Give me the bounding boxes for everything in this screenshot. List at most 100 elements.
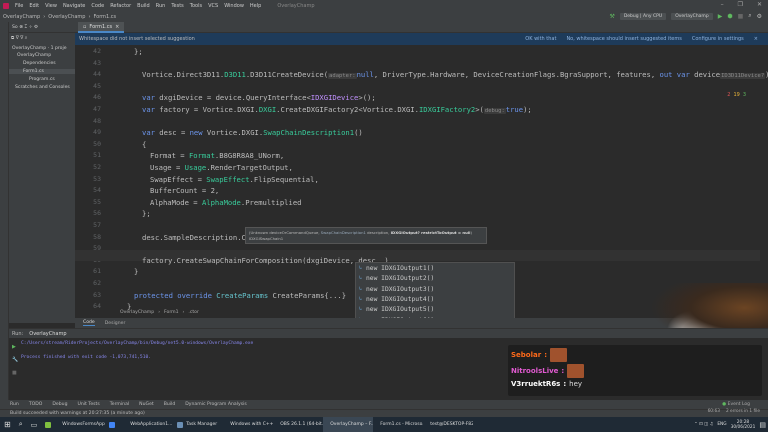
menu-window[interactable]: Window	[224, 3, 244, 9]
line-number: 63	[93, 290, 101, 299]
completion-kind-icon: ↳	[359, 285, 363, 292]
taskbar-app[interactable]: Windows with C++...	[223, 417, 273, 432]
tool-build[interactable]: Build	[164, 402, 176, 407]
tray-icons[interactable]: ⌃ ⊡ ◫ ♫	[694, 422, 713, 427]
project-select[interactable]: OverlayChamp	[671, 12, 713, 20]
crumb-solution[interactable]: OverlayChamp	[3, 14, 40, 20]
menu-tests[interactable]: Tests	[171, 3, 183, 9]
completion-item[interactable]: ↳ new IDXGIOutput4()	[359, 296, 509, 303]
tree-dependencies[interactable]: Dependencies	[23, 61, 56, 66]
menu-refactor[interactable]: Refactor	[110, 3, 131, 9]
completion-item[interactable]: ↳ new IDXGIOutput2()	[359, 275, 509, 282]
taskbar-app[interactable]: OverlayChamp – F...	[323, 417, 374, 432]
tab-designer[interactable]: Designer	[105, 321, 126, 326]
tree-form1[interactable]: Form1.cs	[9, 69, 75, 74]
menu-tools[interactable]: Tools	[190, 3, 202, 9]
code-line: Usage = Usage.RenderTargetOutput,	[150, 163, 293, 172]
build-config-select[interactable]: Debug | Any CPU	[619, 12, 667, 20]
minimize-icon[interactable]: –	[721, 1, 724, 8]
code-line: Format = Format.B8G8R8A8_UNorm,	[150, 151, 284, 160]
event-log-button[interactable]: ● Event Log	[722, 402, 750, 407]
tool-unit-tests[interactable]: Unit Tests	[78, 402, 100, 407]
taskbar-app[interactable]: OBS 26.1.1 (64-bit...	[273, 417, 323, 432]
code-token: };	[142, 209, 151, 219]
tree-solution[interactable]: OverlayChamp · 1 proje	[12, 46, 67, 51]
taskbar-app[interactable]: Task Manager	[173, 417, 223, 432]
code-token: .RenderTargetOutput,	[206, 163, 293, 172]
close-icon[interactable]: ×	[754, 36, 758, 42]
tree-program[interactable]: Program.cs	[29, 77, 55, 82]
completion-item[interactable]: ↳ new IDXGIOutput5()	[359, 306, 509, 313]
project-filter-icons: ⧉ ∇ ∇ ⌕	[11, 36, 28, 41]
menu-file[interactable]: File	[15, 3, 23, 9]
taskbar-app[interactable]	[105, 417, 123, 432]
taskbar-app[interactable]: Form1.cs - Microso...	[373, 417, 423, 432]
taskbar-app[interactable]: WebApplication1...	[123, 417, 173, 432]
line-number: 62	[93, 279, 101, 287]
configure-settings-link[interactable]: Configure in settings	[692, 36, 744, 42]
title-bar: File Edit View Navigate Code Refactor Bu…	[0, 0, 768, 11]
task-view-icon[interactable]: ▭	[27, 417, 42, 432]
tool-terminal[interactable]: Terminal	[110, 402, 129, 407]
close-tab-icon[interactable]: ×	[115, 24, 119, 30]
output-line: Process finished with exit code -1,073,7…	[21, 355, 151, 360]
tab-form1-cs[interactable]: ▫ Form1.cs ×	[78, 22, 125, 33]
start-button[interactable]: ⊞	[0, 417, 15, 432]
wrench-icon[interactable]: 🔧	[12, 354, 18, 367]
line-number: 49	[93, 128, 101, 137]
whitespace-insert-link[interactable]: No, whitespace should insert suggested i…	[566, 36, 681, 42]
completion-kind-icon: ↳	[359, 265, 363, 271]
tab-code[interactable]: Code	[83, 320, 95, 326]
stop-icon[interactable]: ■	[738, 13, 744, 20]
rerun-icon[interactable]: ▶	[12, 341, 18, 354]
run-tab[interactable]: OverlayChamp	[29, 331, 66, 337]
error-summary[interactable]: 2 errors in 1 file	[726, 409, 760, 414]
tool-dpa[interactable]: Dynamic Program Analysis	[185, 402, 247, 407]
menu-view[interactable]: View	[45, 3, 57, 9]
menu-run[interactable]: Run	[156, 3, 166, 9]
menu-edit[interactable]: Edit	[29, 3, 39, 9]
tool-run[interactable]: Run	[10, 402, 19, 407]
system-tray: ⌃ ⊡ ◫ ♫ ENG 20:28 30/06/2021 ▤	[694, 417, 766, 432]
tree-project[interactable]: OverlayChamp	[17, 53, 51, 58]
menu-navigate[interactable]: Navigate	[63, 3, 85, 9]
search-icon[interactable]: ⌕	[15, 417, 27, 432]
menu-build[interactable]: Build	[137, 3, 150, 9]
crumb-namespace[interactable]: OverlayChamp	[120, 310, 154, 315]
ok-with-that-link[interactable]: OK with that	[525, 36, 556, 42]
clock[interactable]: 20:28 30/06/2021	[731, 420, 756, 430]
menu-code[interactable]: Code	[91, 3, 104, 9]
menu-help[interactable]: Help	[250, 3, 261, 9]
gear-icon[interactable]: ⚙	[757, 13, 762, 20]
notification-text: Whitespace did not insert selected sugge…	[79, 36, 195, 42]
crumb-file[interactable]: Form1.cs	[93, 14, 116, 20]
language-indicator[interactable]: ENG	[717, 422, 726, 427]
taskbar-app[interactable]: test@DESKTOP-F82...	[423, 417, 473, 432]
completion-item[interactable]: ↳ new IDXGIOutput3()	[359, 286, 509, 293]
stop-icon[interactable]: ■	[12, 367, 18, 380]
chat-username: Sebolar	[511, 351, 542, 359]
search-icon[interactable]: ⌕	[748, 12, 751, 20]
menu-vcs[interactable]: VCS	[208, 3, 218, 9]
restore-icon[interactable]: ❐	[738, 1, 743, 8]
crumb-member[interactable]: .ctor	[188, 310, 199, 315]
app-label: Windows with C++...	[230, 422, 274, 427]
tree-scratches[interactable]: Scratches and Consoles	[15, 85, 70, 90]
close-icon[interactable]: ✕	[757, 1, 762, 8]
window-controls: – ❐ ✕	[721, 1, 762, 8]
inspection-widget[interactable]: 2 19 3	[727, 92, 746, 98]
tool-nuget[interactable]: NuGet	[139, 402, 154, 407]
debug-icon[interactable]: ⬢	[727, 13, 732, 20]
crumb-project[interactable]: OverlayChamp	[48, 14, 85, 20]
tool-todo[interactable]: TODO	[29, 402, 43, 407]
project-view-select[interactable]: So	[12, 25, 18, 30]
taskbar-app[interactable]	[41, 417, 55, 432]
caret-position[interactable]: 60:63	[708, 409, 720, 414]
hammer-icon[interactable]: ⚒	[609, 13, 614, 20]
notifications-icon[interactable]: ▤	[759, 421, 766, 429]
run-icon[interactable]: ▶	[718, 13, 723, 20]
tool-debug[interactable]: Debug	[52, 402, 67, 407]
taskbar-app[interactable]: WindowsFormsApp2	[55, 417, 105, 432]
completion-item[interactable]: ↳ new IDXGIOutput1()	[359, 265, 509, 272]
crumb-class[interactable]: Form1	[164, 310, 179, 315]
